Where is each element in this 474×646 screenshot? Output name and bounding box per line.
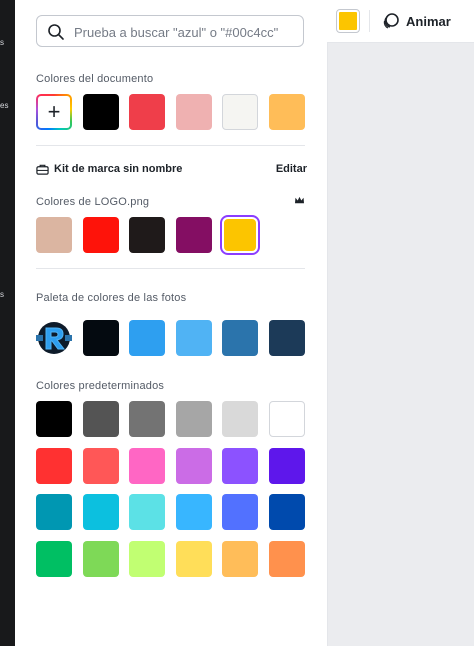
- default-color-swatch[interactable]: [36, 494, 72, 530]
- default-color-swatch[interactable]: [36, 541, 72, 577]
- sidebar-label-fragment[interactable]: es: [0, 101, 8, 110]
- plus-icon: +: [38, 96, 70, 128]
- logo-color-swatch[interactable]: [129, 217, 165, 253]
- document-color-swatch[interactable]: [268, 94, 305, 130]
- default-color-swatch[interactable]: [222, 448, 258, 484]
- document-color-swatch[interactable]: [129, 94, 165, 130]
- default-color-swatch[interactable]: [175, 494, 212, 530]
- left-sidebar: s es s: [0, 0, 15, 646]
- default-color-swatch[interactable]: [129, 448, 165, 484]
- edit-brand-kit-link[interactable]: Editar: [276, 163, 307, 175]
- top-toolbar: Animar: [327, 0, 474, 43]
- default-color-swatch[interactable]: [82, 494, 119, 530]
- crown-icon: [295, 196, 304, 204]
- document-color-swatch[interactable]: [175, 94, 212, 130]
- default-color-swatch[interactable]: [175, 401, 212, 437]
- default-color-swatch[interactable]: [36, 448, 72, 484]
- document-color-swatch[interactable]: [82, 94, 119, 130]
- default-color-swatch[interactable]: [222, 541, 258, 577]
- logo-color-swatch[interactable]: [224, 219, 256, 251]
- default-color-swatch[interactable]: [129, 541, 165, 577]
- logo-color-swatch[interactable]: [82, 217, 119, 253]
- default-color-swatch[interactable]: [222, 494, 258, 530]
- sidebar-label-fragment[interactable]: s: [0, 38, 4, 47]
- photo-color-swatch[interactable]: [222, 320, 258, 356]
- photo-color-swatch[interactable]: [82, 320, 119, 356]
- document-color-swatch[interactable]: [222, 94, 258, 130]
- default-color-swatch[interactable]: [175, 448, 212, 484]
- default-color-swatch[interactable]: [268, 448, 305, 484]
- brand-kit-row: Kit de marca sin nombre Editar: [36, 162, 307, 178]
- default-color-swatch[interactable]: [268, 401, 305, 437]
- color-search-box[interactable]: [36, 15, 304, 47]
- divider: [36, 145, 305, 146]
- photo-color-swatch[interactable]: [175, 320, 212, 356]
- divider: [36, 268, 305, 269]
- default-color-swatch[interactable]: [82, 448, 119, 484]
- photo-thumbnail[interactable]: [36, 320, 72, 356]
- photo-colors-title: Paleta de colores de las fotos: [36, 292, 187, 304]
- photo-color-swatch[interactable]: [268, 320, 305, 356]
- document-colors-title: Colores del documento: [36, 73, 154, 85]
- search-input[interactable]: [74, 22, 294, 42]
- animate-button[interactable]: Animar: [382, 10, 451, 32]
- add-color-button[interactable]: +: [36, 94, 72, 130]
- animate-icon: [383, 13, 399, 29]
- sidebar-label-fragment[interactable]: s: [0, 290, 4, 299]
- brand-kit-icon: [36, 164, 49, 175]
- search-icon: [48, 24, 64, 40]
- default-color-swatch[interactable]: [175, 541, 212, 577]
- default-color-swatch[interactable]: [82, 401, 119, 437]
- color-panel: Colores del documento + Kit de marca sin…: [15, 0, 328, 646]
- default-color-swatch[interactable]: [129, 401, 165, 437]
- logo-colors-title: Colores de LOGO.png: [36, 196, 150, 208]
- animate-label: Animar: [406, 13, 451, 29]
- brand-kit-label: Kit de marca sin nombre: [54, 163, 183, 175]
- default-color-swatch[interactable]: [129, 494, 165, 530]
- photo-color-swatch[interactable]: [129, 320, 165, 356]
- default-color-swatch[interactable]: [222, 401, 258, 437]
- default-color-swatch[interactable]: [82, 541, 119, 577]
- default-color-swatch[interactable]: [268, 494, 305, 530]
- logo-color-swatch[interactable]: [175, 217, 212, 253]
- current-color-button[interactable]: [336, 9, 360, 33]
- photo-thumbnail-image: [36, 320, 72, 356]
- default-colors-title: Colores predeterminados: [36, 380, 165, 392]
- divider: [369, 10, 370, 32]
- default-color-swatch[interactable]: [36, 401, 72, 437]
- logo-color-swatch[interactable]: [36, 217, 72, 253]
- default-color-swatch[interactable]: [268, 541, 305, 577]
